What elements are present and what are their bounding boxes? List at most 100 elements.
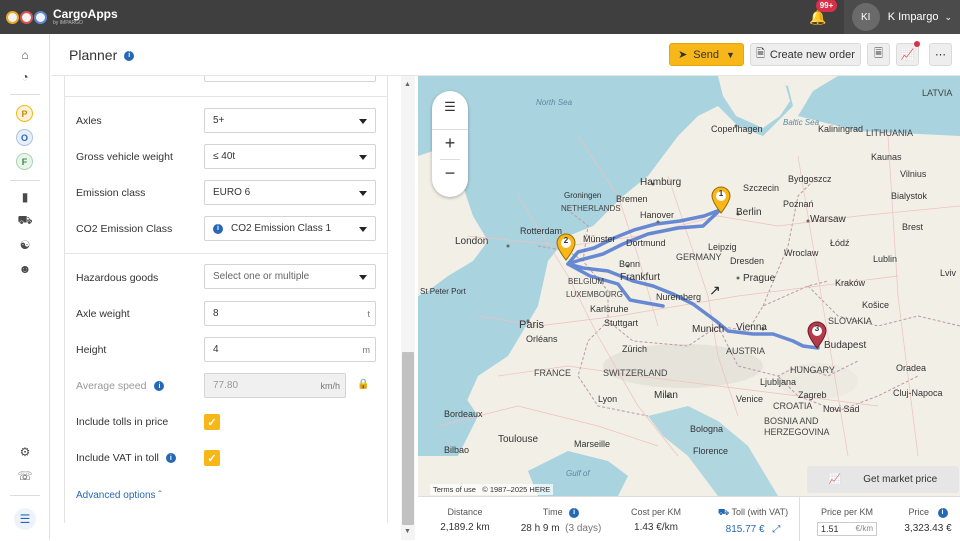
city-label: Stuttgart (604, 318, 639, 328)
route-marker-3[interactable]: 3 (806, 321, 828, 349)
info-icon[interactable]: i (569, 507, 580, 518)
cost-per-km-label: Cost per KM (630, 507, 681, 517)
country-label: LITHUANIA (866, 128, 914, 138)
city-label: Prague (743, 273, 776, 284)
city-label: Marseille (574, 439, 611, 449)
get-market-price-button[interactable]: 📈 Get market price (807, 466, 959, 493)
collapse-menu-icon[interactable]: ☰ (14, 508, 36, 530)
advanced-options-toggle[interactable]: Advanced options ˆ (76, 490, 162, 501)
cut-off-field[interactable] (204, 76, 376, 82)
city-label: Bologna (690, 424, 724, 434)
gear-icon[interactable]: ⚙ (15, 442, 35, 462)
gross-weight-select[interactable]: ≤ 40t (204, 144, 376, 169)
vat-checkbox[interactable]: ✓ (204, 450, 220, 466)
mouse-cursor-icon: ↗ (709, 282, 721, 298)
terms-link[interactable]: Terms of use (433, 485, 476, 494)
country-label: SLOVAKIA (828, 316, 872, 326)
city-label: Vilnius (900, 169, 927, 179)
city-label: Bonn (619, 259, 641, 269)
home-icon[interactable]: ⌂ (15, 45, 35, 65)
handshake-icon[interactable]: ☯ (15, 235, 35, 255)
bookmark-icon[interactable]: ▮ (15, 187, 35, 207)
more-options-button[interactable]: ⋯ (929, 43, 952, 66)
sidebar-item-orders[interactable]: O (16, 129, 33, 146)
dashboard-icon[interactable]: ◔ (15, 67, 35, 87)
price-label: Price i (900, 507, 956, 518)
city-label: Lviv (940, 268, 957, 278)
document-icon: 🗎 (756, 48, 765, 60)
truck-icon[interactable]: ⛟ (15, 211, 35, 231)
create-order-button[interactable]: 🗎 Create new order (750, 43, 861, 66)
support-icon[interactable]: ☏ (15, 466, 35, 486)
scrollbar-thumb[interactable] (402, 352, 414, 525)
layers-icon[interactable]: ☰ (432, 99, 468, 115)
user-menu[interactable]: KI K Impargo ⌄ (843, 0, 960, 34)
divider (65, 253, 387, 254)
axle-weight-input[interactable]: 8t (204, 301, 376, 326)
vat-label: Include VAT in toll i (76, 452, 204, 464)
city-label: Nuremberg (656, 292, 702, 302)
city-label: Warsaw (810, 214, 846, 225)
map-canvas (418, 76, 960, 496)
tolls-checkbox[interactable]: ✓ (204, 414, 220, 430)
info-icon[interactable]: i (165, 453, 176, 464)
city-label: Bydgoszcz (788, 174, 832, 184)
alert-dot (914, 41, 920, 47)
app-logo[interactable]: CargoApps by IMPARGO (6, 8, 118, 27)
create-order-label: Create new order (769, 48, 855, 61)
info-icon[interactable]: i (124, 50, 135, 61)
toll-stat: ⛟ Toll (with VAT) 815.77 € ⤢ (713, 507, 793, 535)
hazardous-label: Hazardous goods (76, 272, 159, 284)
send-button[interactable]: ➤ Send ▼ (669, 43, 744, 66)
baltic-sea-label: Baltic Sea (783, 118, 820, 127)
settings-panel: Axles 5+ Gross vehicle weight ≤ 40t Emis… (64, 76, 388, 523)
divider (440, 159, 460, 160)
caret-down-icon (359, 275, 367, 280)
route-marker-1[interactable]: 1 (710, 186, 732, 214)
info-icon[interactable]: i (937, 507, 948, 518)
country-label: LATVIA (922, 88, 953, 98)
users-icon[interactable]: ☻ (15, 259, 35, 279)
city-label: Orléans (526, 334, 558, 344)
emission-class-select[interactable]: EURO 6 (204, 180, 376, 205)
gulf-label: Gulf of (566, 469, 590, 478)
route-marker-2[interactable]: 2 (555, 233, 577, 261)
avatar: KI (851, 3, 880, 31)
cost-per-km-stat: Cost per KM 1.43 €/km (628, 507, 684, 533)
country-label: LUXEMBOURG (566, 290, 623, 299)
sidebar-item-planner[interactable]: P (16, 105, 33, 122)
city-label: Novi Sad (823, 404, 860, 414)
price-stat: Price i 3,323.43 € (900, 507, 956, 534)
height-input[interactable]: 4m (204, 337, 376, 362)
city-label: Szczecin (743, 183, 780, 193)
route-map[interactable]: North Sea Baltic Sea Gulf of Copenhagen … (418, 76, 960, 496)
export-pdf-button[interactable]: 🗏 (867, 43, 890, 66)
info-icon[interactable]: i (154, 381, 165, 392)
avg-speed-label: Average speed i (76, 380, 204, 392)
price-per-km-input[interactable]: 1.51 €/km (817, 522, 877, 536)
notifications-button[interactable]: 🔔 99+ (808, 0, 838, 27)
file-icon: 🗏 (874, 48, 883, 60)
scroll-down-icon[interactable]: ▼ (404, 528, 411, 535)
city-label: Bilbao (444, 445, 470, 455)
zoom-in-button[interactable]: + (432, 133, 468, 153)
co2-class-label: CO2 Emission Class (76, 223, 173, 235)
chevron-down-icon: ▼ (726, 49, 735, 60)
lock-icon[interactable]: 🔒 (357, 379, 369, 391)
zoom-out-button[interactable]: − (432, 163, 468, 183)
sidebar-item-f[interactable]: F (16, 153, 33, 170)
country-label: FRANCE (534, 368, 572, 378)
hazardous-select[interactable]: Select one or multiple (204, 264, 376, 289)
co2-class-select[interactable]: i CO2 Emission Class 1 (204, 216, 376, 241)
city-label: Bordeaux (444, 409, 483, 419)
axle-weight-value: 8 (213, 308, 219, 319)
city-label: Florence (693, 446, 729, 456)
axles-select[interactable]: 5+ (204, 108, 376, 133)
distance-stat: Distance 2,189.2 km (440, 507, 490, 533)
analytics-button[interactable]: 📈 (896, 41, 920, 66)
route-summary: Distance 2,189.2 km Time i 28 h 9 m (3 day… (418, 496, 960, 541)
city-label: Brest (902, 222, 924, 232)
scroll-up-icon[interactable]: ▲ (404, 81, 411, 88)
toll-value[interactable]: 815.77 € ⤢ (713, 524, 793, 535)
caret-down-icon (359, 191, 367, 196)
